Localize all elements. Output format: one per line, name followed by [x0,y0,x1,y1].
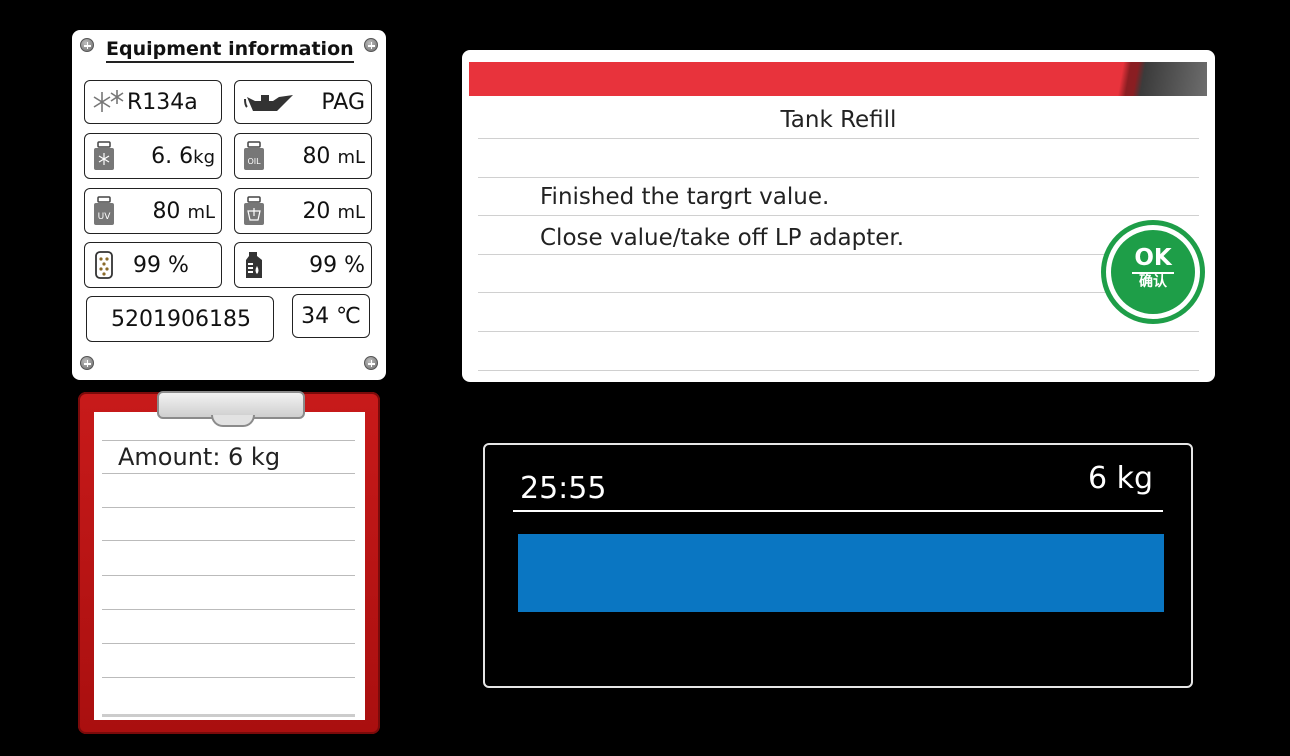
temperature-value: 34 ℃ [301,303,361,329]
bottle-level-value: 99 % [309,252,365,278]
elapsed-time: 25:55 [520,471,607,506]
bottle-icon [246,252,262,278]
serial-number-cell: 5201906185 [86,296,274,342]
filter-icon [95,251,113,279]
screw-icon [364,38,378,52]
serial-number: 5201906185 [111,306,251,332]
filter-life-value: 99 % [133,252,189,278]
oil-type-cell: PAG [234,80,372,124]
screw-icon [80,356,94,370]
dialog-header-bar [469,62,1207,96]
clipboard-clip [157,391,305,427]
refrigerant-type-cell: R134a [84,80,222,124]
uv-volume-value: 80 [152,198,181,224]
oil-volume-unit: mL [337,146,365,168]
refrigerant-weight-cell: 6. 6kg [84,133,222,179]
screw-icon [364,356,378,370]
temperature-cell: 34 ℃ [292,294,370,338]
bottle-level-cell: 99 % [234,242,372,288]
progress-bar [518,534,1164,612]
waste-oil-volume-unit: mL [337,201,365,223]
amount-text: Amount: 6 kg [118,443,281,471]
ok-sublabel: 确认 [1139,274,1167,290]
ok-button-face[interactable]: OK 确认 [1111,230,1195,314]
uv-scale-icon: UV [94,196,114,225]
oil-scale-icon: OIL [244,141,264,170]
screw-icon [80,38,94,52]
refrigerant-weight-value: 6. 6 [151,143,194,169]
progress-panel: 25:55 6 kg [483,443,1193,688]
waste-oil-volume-cell: 20 mL [234,188,372,234]
oil-icon-label: OIL [247,157,261,166]
oil-volume-cell: OIL 80 mL [234,133,372,179]
ok-confirm-button[interactable]: OK 确认 [1101,220,1205,324]
waste-oil-volume-value: 20 [302,198,331,224]
refrigerant-type: R134a [127,89,198,115]
dialog-message-line-1: Finished the targrt value. [540,184,830,210]
uv-volume-unit: mL [187,201,215,223]
filter-life-cell: 99 % [84,242,222,288]
equipment-title: Equipment information [106,38,354,63]
target-amount: 6 kg [1087,461,1153,496]
progress-bar-fill [518,534,1164,612]
oil-volume-value: 80 [302,143,331,169]
uv-volume-cell: UV 80 mL [84,188,222,234]
waste-oil-scale-icon [244,196,264,225]
equipment-info-card: Equipment information R134a PAG 6. 6kg O… [72,30,386,380]
dialog-title: Tank Refill [780,107,897,133]
tank-refill-dialog: Tank Refill Finished the targrt value. C… [462,50,1215,382]
ok-label: OK [1134,245,1172,271]
dialog-message-line-2: Close value/take off LP adapter. [540,225,905,251]
uv-icon-label: UV [98,212,112,222]
refrigerant-scale-icon [94,141,114,170]
refrigerant-weight-unit: kg [193,146,215,168]
snowflake-icon [93,90,124,112]
oil-can-icon [244,95,293,111]
oil-type: PAG [321,89,365,115]
